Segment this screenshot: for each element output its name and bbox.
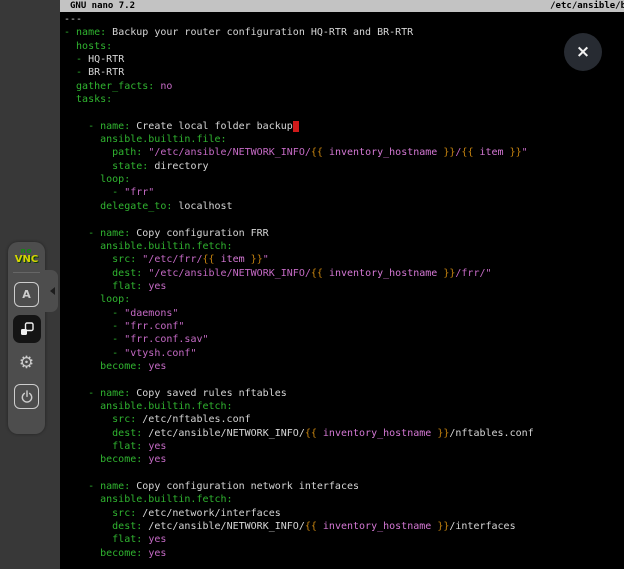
close-icon: × xyxy=(576,44,590,61)
editor-line: become: yes xyxy=(64,360,624,373)
editor-line: delegate_to: localhost xyxy=(64,200,624,213)
editor-line: dest: /etc/ansible/NETWORK_INFO/{{ inven… xyxy=(64,427,624,440)
editor-line: - BR-RTR xyxy=(64,66,624,79)
screen: no VNC A ⚙ xyxy=(0,0,624,569)
editor-line: --- xyxy=(64,13,624,26)
editor-line: - name: Copy configuration network inter… xyxy=(64,480,624,493)
editor-content[interactable]: ---- name: Backup your router configurat… xyxy=(60,12,624,560)
editor-line: dest: /etc/ansible/NETWORK_INFO/{{ inven… xyxy=(64,520,624,533)
editor-line: - "vtysh.conf" xyxy=(64,347,624,360)
terminal-window[interactable]: GNU nano 7.2 /etc/ansible/b ---- name: B… xyxy=(60,0,624,569)
editor-line: state: directory xyxy=(64,160,624,173)
editor-line: src: "/etc/frr/{{ item }}" xyxy=(64,253,624,266)
vnc-control-bar: no VNC A ⚙ xyxy=(8,242,45,434)
editor-line: ansible.builtin.fetch: xyxy=(64,240,624,253)
collapse-arrow-icon xyxy=(46,287,55,295)
editor-line: - name: Copy configuration FRR xyxy=(64,227,624,240)
editor-line: src: /etc/nftables.conf xyxy=(64,413,624,426)
editor-line: path: "/etc/ansible/NETWORK_INFO/{{ inve… xyxy=(64,146,624,159)
fullscreen-button[interactable] xyxy=(13,315,41,343)
editor-line: tasks: xyxy=(64,93,624,106)
editor-line: dest: "/etc/ansible/NETWORK_INFO/{{ inve… xyxy=(64,267,624,280)
editor-line: - "frr" xyxy=(64,186,624,199)
editor-line: hosts: xyxy=(64,40,624,53)
editor-line: - name: Copy saved rules nftables xyxy=(64,387,624,400)
nano-titlebar: GNU nano 7.2 /etc/ansible/b xyxy=(60,0,624,12)
settings-button[interactable]: ⚙ xyxy=(14,351,39,376)
gear-icon: ⚙ xyxy=(19,355,34,372)
editor-line: - HQ-RTR xyxy=(64,53,624,66)
editor-line: - "daemons" xyxy=(64,307,624,320)
editor-line: flat: yes xyxy=(64,440,624,453)
editor-line: ansible.builtin.file: xyxy=(64,133,624,146)
editor-line: src: /etc/network/interfaces xyxy=(64,507,624,520)
editor-line: - "frr.conf.sav" xyxy=(64,333,624,346)
extra-keys-button[interactable]: A xyxy=(14,282,39,307)
editor-line: gather_facts: no xyxy=(64,80,624,93)
editor-line: flat: yes xyxy=(64,533,624,546)
control-bar-divider xyxy=(13,272,40,273)
nano-file-path: /etc/ansible/b xyxy=(550,0,624,12)
editor-line: loop: xyxy=(64,293,624,306)
editor-line: - name: Backup your router configuration… xyxy=(64,26,624,39)
editor-line: - name: Create local folder backup xyxy=(64,120,624,133)
close-button[interactable]: × xyxy=(564,33,602,71)
power-icon xyxy=(20,390,34,404)
editor-line: ansible.builtin.fetch: xyxy=(64,400,624,413)
editor-line xyxy=(64,213,624,226)
editor-line: loop: xyxy=(64,173,624,186)
editor-line: flat: yes xyxy=(64,280,624,293)
text-cursor xyxy=(293,121,299,132)
editor-line: ansible.builtin.fetch: xyxy=(64,493,624,506)
control-bar-handle[interactable] xyxy=(45,270,58,312)
editor-line xyxy=(64,373,624,386)
vnc-sidebar: no VNC A ⚙ xyxy=(0,0,60,569)
nano-version: GNU nano 7.2 xyxy=(70,0,135,12)
power-button[interactable] xyxy=(14,384,39,409)
editor-line xyxy=(64,467,624,480)
novnc-logo: no VNC xyxy=(15,248,38,265)
novnc-logo-bottom: VNC xyxy=(15,255,38,265)
keyboard-a-icon: A xyxy=(22,288,31,301)
editor-line: become: yes xyxy=(64,547,624,560)
editor-line: become: yes xyxy=(64,453,624,466)
editor-line: - "frr.conf" xyxy=(64,320,624,333)
editor-line xyxy=(64,106,624,119)
fullscreen-icon xyxy=(20,322,34,336)
